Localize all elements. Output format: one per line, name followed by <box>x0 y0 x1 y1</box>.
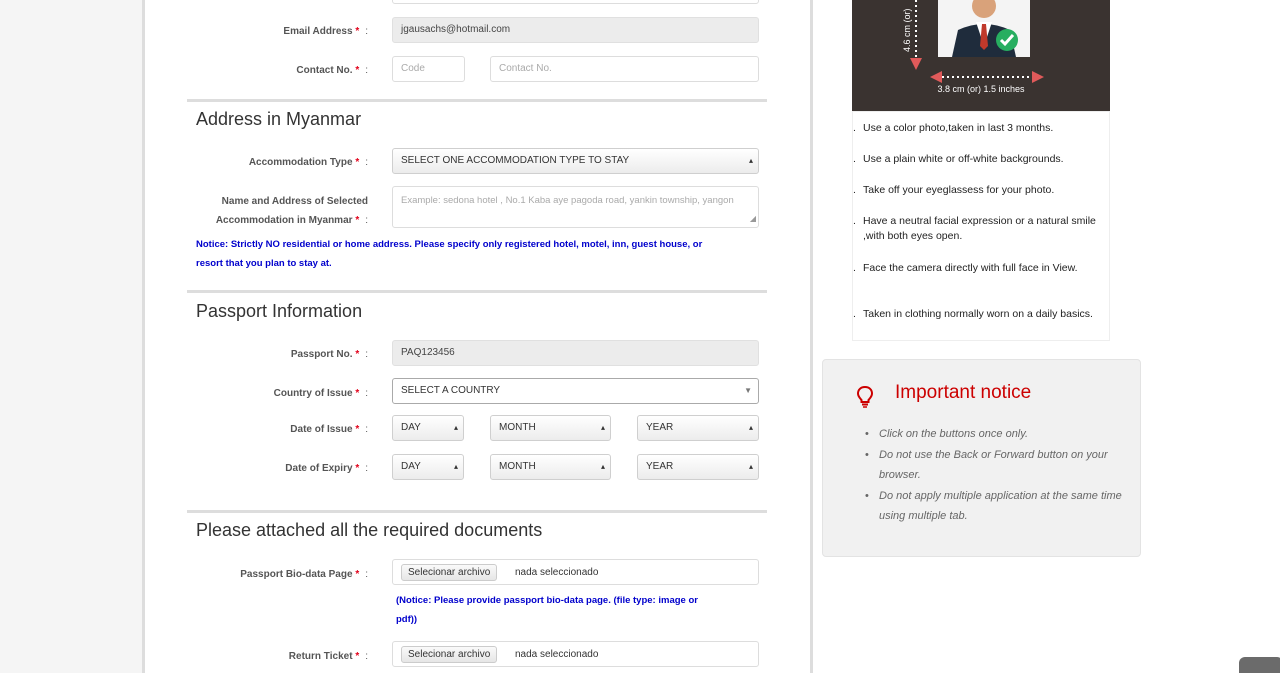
lightbulb-icon <box>856 385 874 413</box>
dimension-arrows: 4.6 cm (or) <box>902 0 1044 83</box>
resize-grip-icon[interactable]: ◢ <box>750 211 756 226</box>
date-of-expiry-label: Date of Expiry *: <box>285 463 368 474</box>
section-divider <box>187 290 767 293</box>
height-label: 4.6 cm (or) <box>902 8 912 52</box>
photo-rules-list: . Use a color photo,taken in last 3 month… <box>852 111 1110 341</box>
select-arrows-icon: ▴ <box>748 156 753 165</box>
accommodation-name-label: Name and Address of Selected Accommodati… <box>215 196 368 226</box>
select-arrows-icon: ▴ <box>453 423 458 432</box>
choose-file-button[interactable]: Selecionar archivo <box>401 646 498 663</box>
date-of-issue-label: Date of Issue *: <box>290 424 368 435</box>
biodata-file-input[interactable]: Selecionar archivo nada seleccionado <box>392 559 759 585</box>
previous-field[interactable] <box>392 0 759 4</box>
return-ticket-label: Return Ticket *: <box>288 651 368 662</box>
list-item: Do not use the Back or Forward button on… <box>865 445 1127 486</box>
biodata-notice: (Notice: Please provide passport bio-dat… <box>396 595 698 625</box>
issue-month-select[interactable]: MONTH ▴ <box>490 415 611 441</box>
section-divider <box>187 510 767 513</box>
expiry-year-select[interactable]: YEAR ▴ <box>637 454 759 480</box>
contact-no-label: Contact No. *: <box>296 65 368 76</box>
accommodation-address-textarea[interactable]: Example: sedona hotel , No.1 Kaba aye pa… <box>392 186 759 228</box>
issue-day-select[interactable]: DAY ▴ <box>392 415 464 441</box>
scroll-to-top-button[interactable] <box>1239 657 1280 673</box>
residential-notice: Notice: Strictly NO residential or home … <box>196 239 703 269</box>
accommodation-type-label: Accommodation Type *: <box>248 157 368 168</box>
issue-year-select[interactable]: YEAR ▴ <box>637 415 759 441</box>
select-arrows-icon: ▴ <box>748 462 753 471</box>
select-arrows-icon: ▴ <box>600 462 605 471</box>
list-item: Click on the buttons once only. <box>865 424 1127 445</box>
file-status: nada seleccionado <box>515 649 599 660</box>
contact-number-input[interactable]: Contact No. <box>490 56 759 82</box>
address-section-title: Address in Myanmar <box>196 109 362 129</box>
width-label: 3.8 cm (or) 1.5 inches <box>937 84 1025 94</box>
email-label: Email Address *: <box>283 26 368 37</box>
photo-size-guide: 4.6 cm (or) 3.8 cm (or) 1.5 inches <box>852 0 1110 111</box>
notice-list: Click on the buttons once only. Do not u… <box>865 424 1127 527</box>
select-arrows-icon: ▴ <box>453 462 458 471</box>
biodata-page-label: Passport Bio-data Page *: <box>240 569 368 580</box>
passport-section-title: Passport Information <box>196 301 363 321</box>
select-arrows-icon: ▴ <box>748 423 753 432</box>
chevron-down-icon: ▼ <box>744 386 752 395</box>
contact-code-input[interactable]: Code <box>392 56 465 82</box>
list-item: Do not apply multiple application at the… <box>865 486 1127 527</box>
choose-file-button[interactable]: Selecionar archivo <box>401 564 498 581</box>
notice-title: Important notice <box>895 382 1032 403</box>
return-ticket-file-input[interactable]: Selecionar archivo nada seleccionado <box>392 641 759 667</box>
accommodation-type-select[interactable]: SELECT ONE ACCOMMODATION TYPE TO STAY ▴ <box>392 148 759 174</box>
important-notice-card: Important notice Click on the buttons on… <box>822 359 1141 557</box>
documents-section-title: Please attached all the required documen… <box>196 520 543 540</box>
country-of-issue-label: Country of Issue *: <box>273 388 368 399</box>
email-field[interactable]: jgausachs@hotmail.com <box>392 17 759 43</box>
country-of-issue-select[interactable]: SELECT A COUNTRY ▼ <box>392 378 759 404</box>
expiry-month-select[interactable]: MONTH ▴ <box>490 454 611 480</box>
passport-no-field[interactable]: PAQ123456 <box>392 340 759 366</box>
select-arrows-icon: ▴ <box>600 423 605 432</box>
passport-no-label: Passport No. *: <box>290 349 368 360</box>
file-status: nada seleccionado <box>515 567 599 578</box>
expiry-day-select[interactable]: DAY ▴ <box>392 454 464 480</box>
section-divider <box>187 99 767 102</box>
